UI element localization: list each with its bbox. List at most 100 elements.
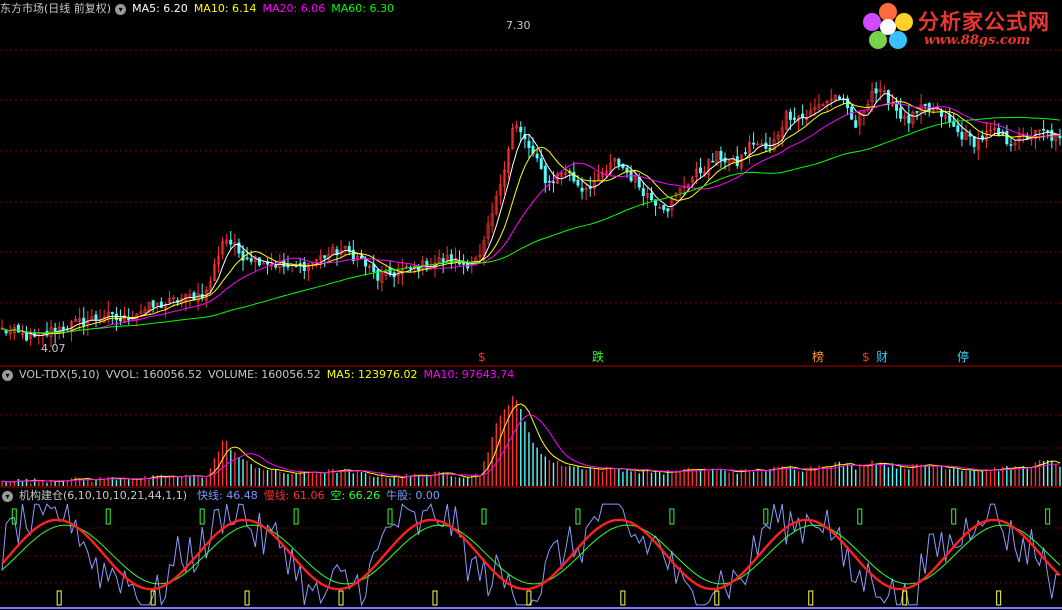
candle-body — [441, 258, 445, 263]
candle-body — [666, 208, 670, 212]
candle-body — [837, 96, 841, 100]
candle-body — [719, 151, 723, 161]
indicator-top-signal — [105, 508, 111, 525]
event-marker-3[interactable]: 榜 — [812, 350, 824, 364]
candle-body — [25, 332, 29, 341]
volume-ma10-value: MA10: 97643.74 — [423, 368, 515, 381]
ma10-line — [1, 100, 1061, 335]
indicator-panel-menu-icon[interactable]: ▾ — [2, 490, 13, 502]
candle-body — [359, 255, 363, 260]
candle-body — [241, 250, 245, 261]
candle-body — [980, 135, 984, 140]
indicator-top-signal — [387, 508, 393, 525]
candle-body — [788, 111, 792, 120]
indicator-top-signal — [575, 508, 581, 525]
indicator-top-signal — [951, 508, 957, 525]
indicator-bottom-signal — [714, 590, 720, 606]
slow-line-value: 慢线: 61.06 — [263, 489, 325, 502]
event-marker-4[interactable]: $ — [862, 350, 870, 364]
candle-body — [699, 167, 703, 174]
candle-body — [110, 311, 114, 314]
candle-body — [580, 187, 584, 192]
low-price-label: 4.07 — [41, 342, 66, 355]
candle-body — [519, 126, 523, 133]
candle-body — [874, 88, 878, 94]
candle-body — [886, 90, 890, 105]
ma60-line — [1, 116, 1061, 334]
indicator-top-signal — [669, 508, 675, 525]
volume-panel-menu-icon[interactable]: ▾ — [2, 369, 13, 381]
fast-line-value: 快线: 46.48 — [197, 489, 258, 502]
candle-body — [16, 324, 20, 333]
ma5-value: MA5: 6.20 — [132, 2, 188, 15]
indicator-top-signal — [1045, 508, 1051, 525]
indicator-empty-line — [1, 524, 1061, 585]
candle-body — [1042, 128, 1046, 131]
candle-body — [960, 131, 964, 140]
candle-body — [527, 140, 531, 148]
candle-body — [159, 301, 163, 309]
candle-body — [752, 142, 756, 145]
candle-body — [576, 179, 580, 186]
candle-body — [764, 142, 768, 149]
candle-body — [641, 188, 645, 197]
stock-chart[interactable] — [0, 0, 1062, 610]
event-marker-2[interactable]: 跌 — [592, 350, 604, 364]
candle-body — [539, 158, 543, 169]
candle-body — [274, 265, 278, 268]
empty-value: 空: 66.26 — [330, 489, 381, 502]
logo-title: 分析家公式网 — [918, 10, 1050, 34]
candle-body — [543, 165, 547, 184]
candle-body — [899, 107, 903, 119]
volume-ma5-value: MA5: 123976.02 — [326, 368, 418, 381]
candle-body — [376, 269, 380, 281]
candle-body — [261, 262, 265, 265]
volume-panel-header: ▾ VOL-TDX(5,10) VVOL: 160056.52 VOLUME: … — [0, 367, 520, 383]
candle-body — [792, 117, 796, 120]
candle-body — [997, 128, 1001, 136]
candle-body — [711, 160, 715, 163]
candle-body — [948, 114, 952, 123]
candle-body — [1058, 135, 1062, 139]
flower-logo-icon — [863, 3, 913, 49]
event-marker-5[interactable]: 财 — [876, 350, 888, 364]
indicator-top-signal — [293, 508, 299, 525]
candle-body — [151, 300, 155, 308]
candle-body — [854, 120, 858, 128]
candle-body — [323, 255, 327, 258]
indicator-slow-line — [1, 518, 1061, 591]
candle-body — [915, 111, 919, 113]
ma5-line — [1, 93, 1061, 337]
candle-body — [229, 239, 233, 245]
indicator-top-signal — [857, 508, 863, 525]
indicator-bottom-signal — [996, 590, 1002, 606]
candle-body — [956, 125, 960, 132]
indicator-top-signal — [11, 508, 17, 525]
indicator-top-signal — [763, 508, 769, 525]
candle-body — [1005, 131, 1009, 145]
event-marker-1[interactable]: $ — [478, 350, 486, 364]
indicator-bottom-signal — [56, 590, 62, 606]
candle-body — [61, 326, 65, 331]
indicator-panel-header: ▾ 机构建仓(6,10,10,10,21,44,1,1) 快线: 46.48 慢… — [0, 488, 446, 504]
price-panel-header: 东方市场(日线 前复权) ▾ MA5: 6.20 MA10: 6.14 MA20… — [0, 1, 400, 17]
indicator-top-signal — [199, 508, 205, 525]
stock-title: 东方市场(日线 前复权) — [0, 2, 112, 15]
candle-body — [94, 314, 98, 320]
candle-body — [768, 147, 772, 150]
indicator-bottom-signal — [432, 590, 438, 606]
candle-body — [294, 265, 298, 268]
candle-body — [535, 153, 539, 159]
candle-body — [617, 159, 621, 166]
indicator-bottom-signal — [244, 590, 250, 606]
vvol-value: VVOL: 160056.52 — [105, 368, 203, 381]
indicator-top-signal — [481, 508, 487, 525]
event-marker-6[interactable]: 停 — [957, 350, 969, 364]
volume-value: VOLUME: 160056.52 — [208, 368, 321, 381]
high-price-label: 7.30 — [506, 19, 531, 32]
candle-body — [192, 292, 196, 301]
candle-body — [907, 115, 911, 124]
price-panel-menu-icon[interactable]: ▾ — [115, 3, 127, 15]
candle-body — [743, 152, 747, 155]
indicator-bottom-signal — [808, 590, 814, 606]
